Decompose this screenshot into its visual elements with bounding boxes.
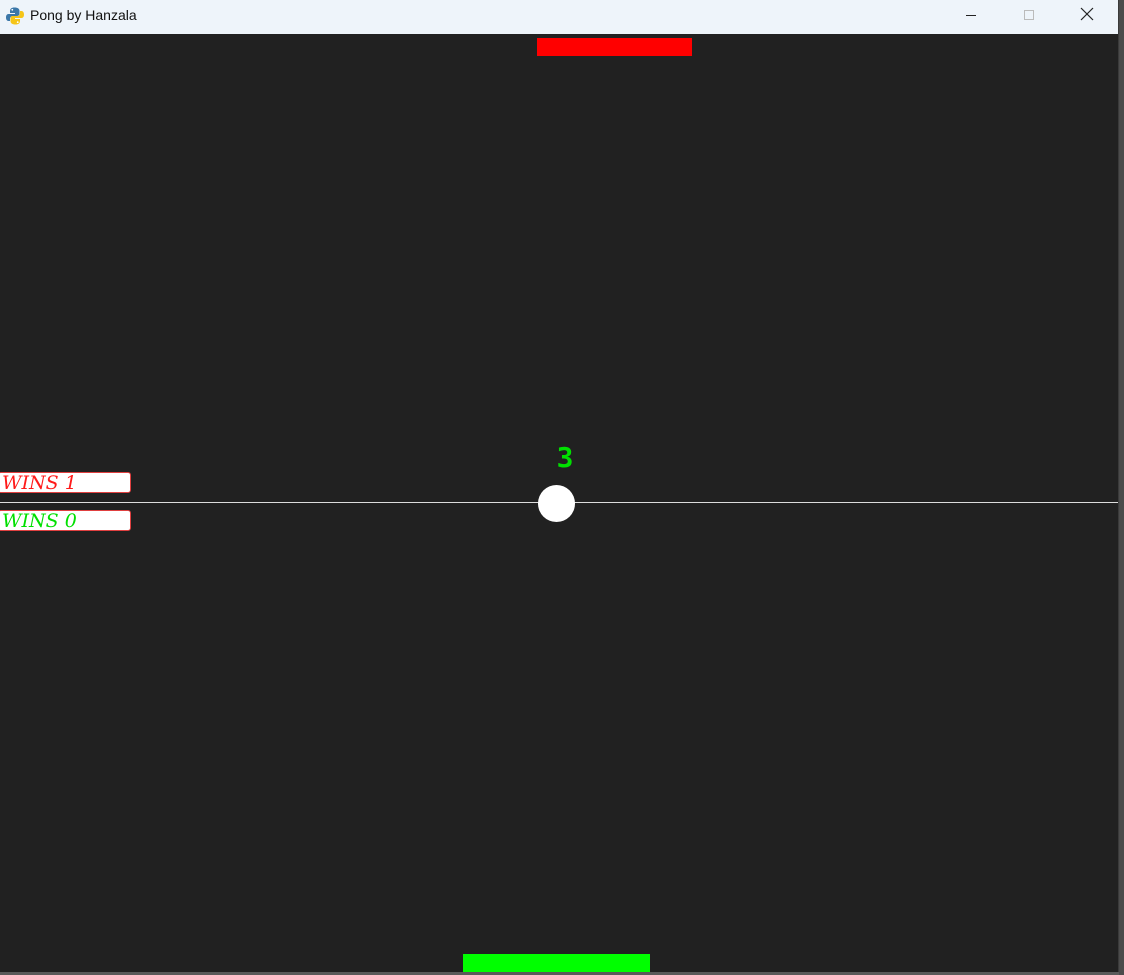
ball: [538, 485, 575, 522]
red-wins-label: WINS 1: [2, 472, 77, 493]
green-wins-label: WINS 0: [2, 510, 77, 531]
game-window: Pong by Hanzala 3 WINS 1 WINS 0: [0, 0, 1119, 972]
title-bar[interactable]: Pong by Hanzala: [0, 0, 1118, 34]
minimize-icon: [965, 6, 977, 25]
python-snake-icon: [5, 6, 25, 26]
close-icon: [1080, 6, 1094, 25]
window-title: Pong by Hanzala: [30, 7, 137, 23]
minimize-button[interactable]: [948, 0, 994, 31]
desktop-edge: [1119, 0, 1124, 975]
green-wins-scoreboard: WINS 0: [0, 510, 131, 531]
countdown-number: 3: [556, 441, 574, 474]
maximize-button[interactable]: [1006, 0, 1052, 31]
top-paddle-red: [537, 38, 692, 56]
maximize-icon: [1023, 6, 1035, 25]
game-canvas[interactable]: 3 WINS 1 WINS 0: [0, 34, 1118, 972]
close-button[interactable]: [1064, 0, 1110, 31]
red-wins-scoreboard: WINS 1: [0, 472, 131, 493]
bottom-paddle-green: [463, 954, 650, 972]
